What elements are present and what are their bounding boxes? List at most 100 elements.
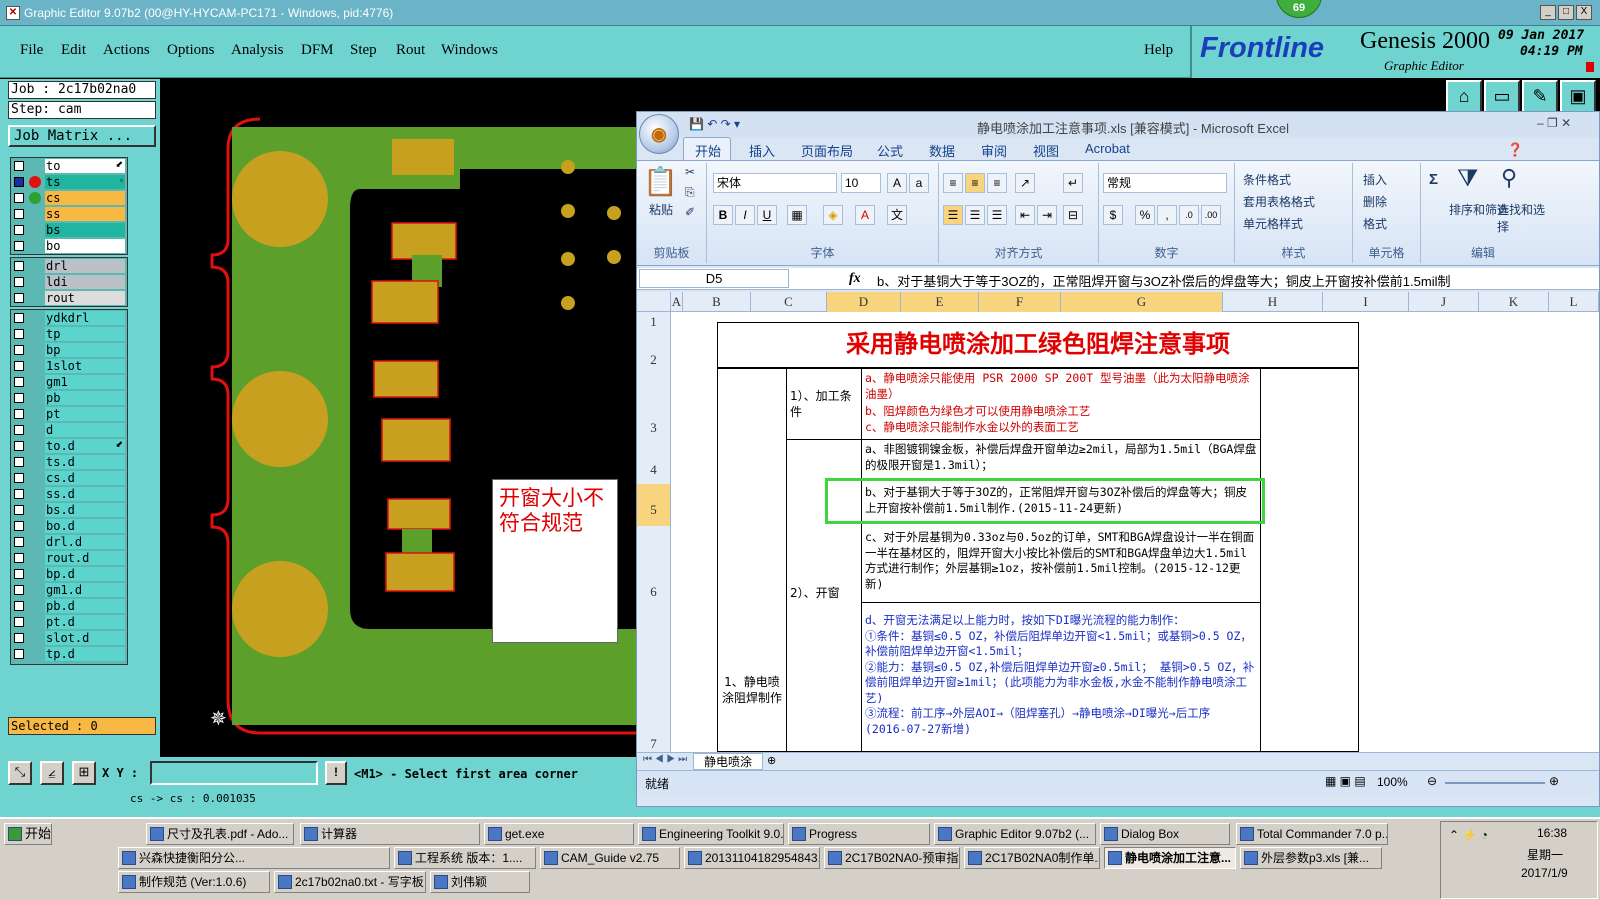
tab-acrobat[interactable]: Acrobat xyxy=(1085,141,1130,156)
grid-tool-icon[interactable]: ⊞ xyxy=(72,761,96,785)
window-rule-d[interactable]: d、开窗无法满足以上能力时，按如下DI曝光流程的能力制作： ①条件：基铜≤0.5… xyxy=(861,602,1261,752)
layer-checkbox[interactable] xyxy=(14,617,24,627)
layer-row[interactable]: to.d ⬋ xyxy=(11,438,127,454)
table-format-button[interactable]: 套用表格格式 xyxy=(1243,193,1315,210)
taskbar-button[interactable]: 尺寸及孔表.pdf - Ado... xyxy=(146,823,294,845)
align-top-icon[interactable]: ≡ xyxy=(943,173,963,193)
taskbar-button[interactable]: 静电喷涂加工注意... xyxy=(1104,847,1236,869)
taskbar-button[interactable]: Engineering Toolkit 9.0... xyxy=(638,823,784,845)
layer-name[interactable]: cs xyxy=(45,191,125,205)
new-sheet-icon[interactable]: ⊕ xyxy=(767,754,776,767)
binoculars-icon[interactable]: ⚲ xyxy=(1501,165,1517,191)
layer-checkbox[interactable] xyxy=(14,601,24,611)
comma-icon[interactable]: , xyxy=(1157,205,1177,225)
start-button[interactable]: 开始 xyxy=(4,823,52,845)
zoom-out-icon[interactable]: ⊖ xyxy=(1427,774,1437,788)
fill-color-icon[interactable]: ◈ xyxy=(823,205,843,225)
layer-row[interactable]: slot.d xyxy=(11,630,127,646)
layer-name[interactable]: ss xyxy=(45,207,125,221)
layer-row[interactable]: drl xyxy=(11,258,127,274)
find-select-button[interactable]: 查找和选择 xyxy=(1497,201,1545,235)
column-header[interactable]: C xyxy=(751,292,827,312)
autosum-icon[interactable]: Σ xyxy=(1429,171,1438,188)
layer-checkbox[interactable] xyxy=(14,209,24,219)
taskbar-button[interactable]: 兴森快捷衡阳分公... xyxy=(118,847,390,869)
view-buttons[interactable]: ▦ ▣ ▤ xyxy=(1325,774,1366,788)
layer-name[interactable]: drl.d xyxy=(45,535,125,549)
column-header[interactable]: D xyxy=(827,292,901,312)
layer-row[interactable]: rout xyxy=(11,290,127,306)
increase-decimal-icon[interactable]: .0 xyxy=(1179,205,1199,225)
row-header[interactable]: 7 xyxy=(637,736,670,752)
layer-checkbox[interactable] xyxy=(14,649,24,659)
menu-options[interactable]: Options xyxy=(167,42,215,59)
delete-button[interactable]: 删除 xyxy=(1363,193,1387,210)
xy-input[interactable] xyxy=(150,761,318,785)
taskbar-button[interactable]: 工程系统 版本：1.... xyxy=(394,847,536,869)
help-icon[interactable]: ❓ xyxy=(1507,142,1523,158)
layer-name[interactable]: to.d xyxy=(45,439,125,453)
empty-cell[interactable] xyxy=(1260,368,1359,752)
layer-row[interactable]: pb.d xyxy=(11,598,127,614)
layer-checkbox[interactable] xyxy=(14,633,24,643)
menu-file[interactable]: File xyxy=(20,42,43,59)
layer-row[interactable]: pt xyxy=(11,406,127,422)
layer-checkbox[interactable] xyxy=(14,161,24,171)
column-header[interactable]: K xyxy=(1479,292,1549,312)
format-button[interactable]: 格式 xyxy=(1363,215,1387,232)
layer-checkbox[interactable] xyxy=(14,553,24,563)
taskbar-button[interactable]: 2C17B02NA0制作单... xyxy=(964,847,1100,869)
home-icon[interactable]: ⌂ xyxy=(1446,80,1482,114)
measure-tool-icon[interactable]: ⦤ xyxy=(40,761,64,785)
layer-name[interactable]: d xyxy=(45,423,125,437)
layer-name[interactable]: slot.d xyxy=(45,631,125,645)
layer-checkbox[interactable] xyxy=(14,225,24,235)
layer-checkbox[interactable] xyxy=(14,261,24,271)
row-header[interactable]: 4 xyxy=(637,462,670,478)
row-header[interactable]: 5 xyxy=(637,484,670,526)
tab-view[interactable]: 视图 xyxy=(1033,141,1059,160)
layer-name[interactable]: tp.d xyxy=(45,647,125,661)
layer-checkbox[interactable] xyxy=(14,473,24,483)
taskbar-button[interactable]: 计算器 xyxy=(300,823,480,845)
percent-icon[interactable]: % xyxy=(1135,205,1155,225)
taskbar-button[interactable]: 外层参数p3.xls [兼... xyxy=(1240,847,1382,869)
tab-data[interactable]: 数据 xyxy=(929,141,955,160)
menu-help[interactable]: Help xyxy=(1144,42,1173,59)
layer-checkbox[interactable] xyxy=(14,193,24,203)
name-box[interactable]: D5 xyxy=(639,269,789,288)
window-icon[interactable]: ▣ xyxy=(1560,80,1596,114)
align-center-icon[interactable]: ☰ xyxy=(965,205,985,225)
row-header[interactable]: 1 xyxy=(637,314,670,330)
align-right-icon[interactable]: ☰ xyxy=(987,205,1007,225)
align-middle-icon[interactable]: ≡ xyxy=(965,173,985,193)
increase-indent-icon[interactable]: ⇥ xyxy=(1037,205,1057,225)
layer-row[interactable]: ts.d xyxy=(11,454,127,470)
layer-row[interactable]: d xyxy=(11,422,127,438)
job-matrix-button[interactable]: Job Matrix ... xyxy=(8,125,156,147)
font-size-select[interactable]: 10 xyxy=(841,173,881,193)
column-header[interactable]: F xyxy=(979,292,1061,312)
formula-text[interactable]: b、对于基铜大于等于3OZ的，正常阻焊开窗与3OZ补偿后的焊盘等大；铜皮上开窗按… xyxy=(877,271,1450,290)
select-all-corner[interactable] xyxy=(637,292,671,312)
layer-name[interactable]: gm1 xyxy=(45,375,125,389)
sheet-nav-icons[interactable]: ⏮ ◀ ▶ ⏭ xyxy=(643,754,687,765)
layer-name[interactable]: ts xyxy=(45,175,125,189)
layer-name[interactable]: bo.d xyxy=(45,519,125,533)
column-header[interactable]: A xyxy=(671,292,683,312)
layer-name[interactable]: pt.d xyxy=(45,615,125,629)
taskbar-button[interactable]: 2c17b02na0.txt - 写字板 xyxy=(274,871,426,893)
layer-row[interactable]: tp.d xyxy=(11,646,127,662)
minimize-button[interactable]: _ xyxy=(1540,5,1556,20)
paste-button[interactable]: 粘贴 xyxy=(649,201,673,218)
layer-checkbox[interactable] xyxy=(14,457,24,467)
layer-row[interactable]: gm1.d xyxy=(11,582,127,598)
layer-checkbox[interactable] xyxy=(14,393,24,403)
layer-checkbox[interactable] xyxy=(14,361,24,371)
warning-button[interactable]: ! xyxy=(325,761,347,785)
layer-name[interactable]: drl xyxy=(45,259,125,273)
quick-access-icons[interactable]: 💾 ↶ ↷ ▾ xyxy=(689,117,740,131)
layer-row[interactable]: drl.d xyxy=(11,534,127,550)
layer-row[interactable]: cs.d xyxy=(11,470,127,486)
category-cell[interactable]: 1、静电喷涂阻焊制作 xyxy=(717,368,787,752)
